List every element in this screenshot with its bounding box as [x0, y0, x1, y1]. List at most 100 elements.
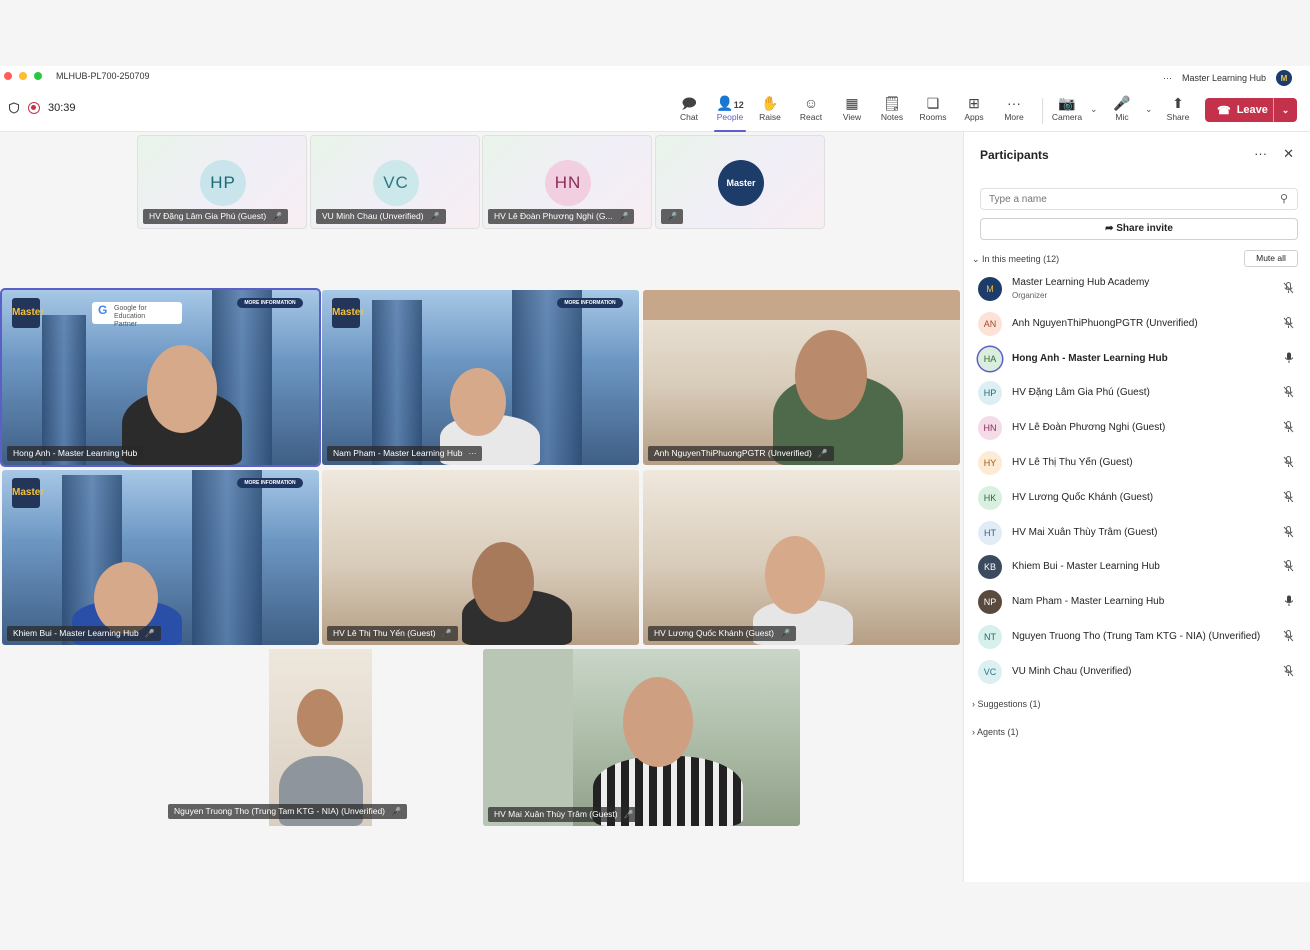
- video-tile-mai-xuan-thuy-tram[interactable]: HV Mai Xuân Thùy Trâm (Guest) 🎤: [483, 649, 800, 826]
- grid-icon: ▦: [845, 95, 859, 111]
- participant-name-tag: Nguyen Truong Tho (Trung Tam KTG - NIA) …: [168, 804, 407, 819]
- teams-meeting-window: MLHUB-PL700-250709 ··· Master Learning H…: [0, 0, 1310, 950]
- mic-on-icon[interactable]: [1284, 352, 1294, 367]
- mic-off-icon: 🎤: [623, 810, 634, 819]
- participant-row[interactable]: NP Nam Pham - Master Learning Hub: [978, 587, 1300, 617]
- participant-tile[interactable]: HN HV Lê Đoàn Phương Nghi (G... 🎤: [482, 135, 652, 229]
- mic-off-icon[interactable]: [1283, 386, 1294, 401]
- view-button[interactable]: ▦ View: [832, 94, 872, 128]
- participant-avatar: HN: [545, 160, 591, 206]
- toolbar-divider: [1042, 98, 1043, 124]
- participant-row[interactable]: AN Anh NguyenThiPhuongPGTR (Unverified): [978, 309, 1300, 339]
- participant-tile[interactable]: Master 🎤: [655, 135, 825, 229]
- people-button[interactable]: 👤12 People: [710, 94, 750, 132]
- participant-name: HV Đặng Lâm Gia Phú (Guest): [1012, 387, 1150, 399]
- participant-avatar: HA: [978, 346, 1002, 371]
- video-tile-le-thi-thu-yen[interactable]: HV Lê Thị Thu Yến (Guest) 🎤: [322, 470, 639, 645]
- camera-off-icon: 📷: [1058, 95, 1076, 111]
- suggestions-section-toggle[interactable]: › Suggestions (1): [972, 699, 1041, 709]
- mic-off-icon[interactable]: [1283, 421, 1294, 436]
- mic-off-icon: 🎤: [272, 212, 283, 221]
- mic-off-icon[interactable]: [1283, 282, 1294, 297]
- participant-tile[interactable]: HP HV Đặng Lâm Gia Phú (Guest) 🎤: [137, 135, 307, 229]
- mic-off-icon: 🎤: [618, 212, 629, 221]
- more-information-banner: MORE INFORMATION: [237, 478, 303, 488]
- mic-off-icon: 🎤: [144, 629, 155, 638]
- more-options-icon[interactable]: ···: [468, 446, 476, 461]
- participant-name-tag: Khiem Bui - Master Learning Hub 🎤: [7, 626, 161, 641]
- mic-off-icon[interactable]: [1283, 664, 1294, 680]
- participant-name: Master Learning Hub Academy: [1012, 277, 1150, 288]
- raise-hand-button[interactable]: ✋ Raise: [750, 94, 790, 128]
- in-meeting-section-toggle[interactable]: ⌄ In this meeting (12): [972, 254, 1059, 265]
- participant-row[interactable]: HN HV Lê Đoàn Phương Nghi (Guest): [978, 413, 1300, 443]
- minimize-window-button[interactable]: [19, 72, 27, 80]
- mic-off-icon[interactable]: [1283, 456, 1294, 471]
- participant-row[interactable]: HK HV Lương Quốc Khánh (Guest): [978, 483, 1300, 513]
- video-tile-hong-anh[interactable]: Master Google for EducationPartner MORE …: [0, 288, 321, 467]
- participant-tile[interactable]: VC VU Minh Chau (Unverified) 🎤: [310, 135, 480, 229]
- notes-icon: 🗒: [883, 95, 901, 111]
- participant-row[interactable]: HA Hong Anh - Master Learning Hub: [978, 344, 1300, 374]
- participant-avatar: HK: [978, 485, 1002, 510]
- participant-row[interactable]: HY HV Lê Thị Thu Yến (Guest): [978, 448, 1300, 478]
- participant-avatar: M: [978, 277, 1002, 301]
- hand-icon: ✋: [761, 95, 779, 111]
- mute-all-button[interactable]: Mute all: [1244, 250, 1298, 267]
- google-partner-badge: Google for EducationPartner: [92, 302, 182, 328]
- mic-options-chevron-icon[interactable]: ⌄: [1145, 104, 1153, 115]
- video-tile-luong-quoc-khanh[interactable]: HV Lương Quốc Khánh (Guest) 🎤: [643, 470, 960, 645]
- participant-name-tag: 🎤: [661, 209, 683, 224]
- participant-row[interactable]: VC VU Minh Chau (Unverified): [978, 657, 1300, 687]
- participant-row[interactable]: HT HV Mai Xuân Thùy Trâm (Guest): [978, 518, 1300, 548]
- participant-search-input[interactable]: [980, 188, 1298, 210]
- notes-button[interactable]: 🗒 Notes: [872, 94, 912, 128]
- participant-name: Nam Pham - Master Learning Hub: [1012, 596, 1165, 608]
- panel-title: Participants: [980, 148, 1049, 162]
- video-tile-nam-pham[interactable]: Master MORE INFORMATION Nam Pham - Maste…: [322, 290, 639, 465]
- participant-name-tag: HV Lê Đoàn Phương Nghi (G... 🎤: [488, 209, 635, 224]
- participant-name-tag: HV Lê Thị Thu Yến (Guest) 🎤: [327, 626, 458, 641]
- close-window-button[interactable]: [4, 72, 12, 80]
- mic-off-icon: 🎤: [391, 807, 401, 816]
- mic-off-icon[interactable]: [1283, 560, 1294, 575]
- camera-button[interactable]: 📷 Camera: [1047, 94, 1087, 128]
- close-icon[interactable]: ✕: [1283, 146, 1294, 162]
- mic-off-icon: 🎤: [429, 212, 440, 221]
- share-button[interactable]: ⬆ Share: [1158, 94, 1198, 128]
- chat-button[interactable]: 🗩 Chat: [669, 94, 709, 128]
- react-button[interactable]: ☺ React: [791, 94, 831, 128]
- video-tile-anh-nguyen[interactable]: Anh NguyenThiPhuongPGTR (Unverified) 🎤: [643, 290, 960, 465]
- leave-options-chevron-icon[interactable]: ⌄: [1273, 98, 1297, 122]
- title-bar: [0, 66, 1310, 86]
- more-button[interactable]: ··· More: [994, 94, 1034, 128]
- participant-avatar: VC: [978, 659, 1002, 684]
- mic-on-icon[interactable]: [1284, 595, 1294, 610]
- call-status: 30:39: [8, 102, 76, 114]
- video-tile-khiem-bui[interactable]: Master MORE INFORMATION Khiem Bui - Mast…: [2, 470, 319, 645]
- video-tile-nguyen-truong-tho[interactable]: [269, 649, 372, 826]
- participant-row[interactable]: KB Khiem Bui - Master Learning Hub: [978, 552, 1300, 582]
- mic-off-icon[interactable]: [1283, 630, 1294, 645]
- mic-button[interactable]: 🎤 Mic: [1102, 94, 1142, 128]
- camera-options-chevron-icon[interactable]: ⌄: [1090, 104, 1098, 115]
- zoom-window-button[interactable]: [34, 72, 42, 80]
- recording-icon: [28, 102, 40, 114]
- mic-off-icon[interactable]: [1283, 525, 1294, 541]
- participant-row[interactable]: HP HV Đặng Lâm Gia Phú (Guest): [978, 378, 1300, 408]
- mic-off-icon[interactable]: [1283, 316, 1294, 332]
- participant-row[interactable]: M Master Learning Hub Academy Organizer: [978, 274, 1300, 304]
- participant-row[interactable]: NT Nguyen Truong Tho (Trung Tam KTG - NIA…: [978, 622, 1300, 652]
- participants-panel: Participants ··· ✕ ⚲ ➦ Share invite ⌄ In…: [963, 132, 1310, 882]
- mic-off-icon[interactable]: [1283, 490, 1294, 506]
- master-logo-avatar: Master: [718, 160, 764, 206]
- account-avatar[interactable]: M: [1276, 70, 1292, 86]
- apps-button[interactable]: ⊞ Apps: [954, 94, 994, 128]
- leave-button[interactable]: ☎ Leave ⌄: [1205, 98, 1297, 122]
- window-more-icon[interactable]: ···: [1163, 73, 1172, 83]
- share-invite-button[interactable]: ➦ Share invite: [980, 218, 1298, 240]
- panel-more-icon[interactable]: ···: [1254, 146, 1267, 162]
- rooms-button[interactable]: ❏ Rooms: [913, 94, 953, 128]
- agents-section-toggle[interactable]: › Agents (1): [972, 727, 1019, 737]
- add-app-icon: ⊞: [968, 95, 980, 111]
